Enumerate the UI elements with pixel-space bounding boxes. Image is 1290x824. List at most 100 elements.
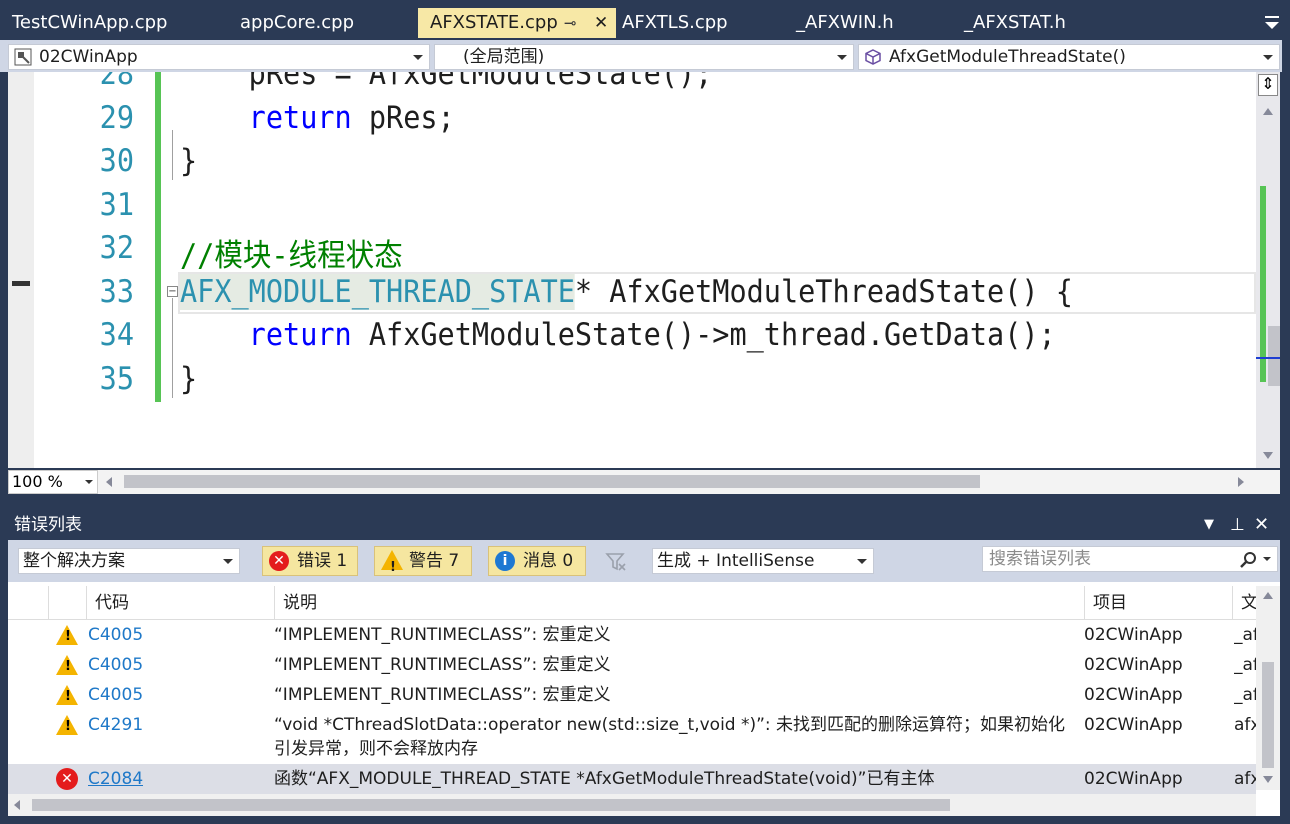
line-number: 33 <box>99 274 134 310</box>
scope-dropdown[interactable]: (全局范围) <box>434 44 854 70</box>
scroll-down-arrow-icon[interactable] <box>1263 776 1273 783</box>
member-dropdown-value: AfxGetModuleThreadState() <box>889 47 1126 67</box>
line-number: 34 <box>99 317 134 353</box>
scroll-up-arrow-icon[interactable] <box>1263 108 1273 115</box>
pane-close-icon[interactable]: ✕ <box>1254 510 1269 540</box>
scroll-right-arrow-icon[interactable] <box>1238 477 1244 487</box>
outline-guide <box>172 298 173 398</box>
tab-afxstate-cpp[interactable]: AFXSTATE.cpp ⊸ ✕ <box>418 8 616 38</box>
tab-label: AFXSTATE.cpp <box>430 12 558 33</box>
tab-label: AFXTLS.cpp <box>622 12 728 33</box>
table-row-selected[interactable]: ✕ C2084 函数“AFX_MODULE_THREAD_STATE *AfxG… <box>8 764 1256 794</box>
error-description: “IMPLEMENT_RUNTIMECLASS”: 宏重定义 <box>274 685 611 705</box>
tab-afxtls-cpp[interactable]: AFXTLS.cpp <box>610 8 786 38</box>
keyword: return <box>248 100 352 136</box>
code-line: pRes = AfxGetModuleState(); <box>180 72 713 92</box>
line-number: 30 <box>99 143 134 179</box>
member-dropdown[interactable]: AfxGetModuleThreadState() <box>858 44 1280 70</box>
pane-menu-dropdown-icon[interactable]: ▼ <box>1204 510 1214 540</box>
project-icon <box>14 48 32 66</box>
warnings-filter-label: 警告 7 <box>409 551 460 571</box>
zoom-value: 100 % <box>12 472 63 491</box>
column-label: 项目 <box>1093 593 1127 613</box>
severity-column-header[interactable] <box>48 586 90 620</box>
column-label: 说明 <box>283 593 317 613</box>
chevron-down-icon <box>1263 55 1273 60</box>
line-number: 31 <box>99 187 134 223</box>
editor-hscroll-thumb[interactable] <box>124 475 980 488</box>
description-column-header[interactable]: 说明 <box>274 586 1086 620</box>
code-editor[interactable]: 28 29 30 31 32 33 34 35 − pRes = AfxGetM… <box>8 72 1280 468</box>
table-row[interactable]: ! C4005 “IMPLEMENT_RUNTIMECLASS”: 宏重定义 0… <box>8 680 1256 710</box>
navigation-bar: 02CWinApp (全局范围) AfxGetModuleThreadState… <box>0 40 1282 72</box>
error-list-search-input[interactable]: 搜索错误列表 <box>982 546 1278 572</box>
line-number: 28 <box>99 72 134 92</box>
error-code-link[interactable]: C2084 <box>88 764 143 794</box>
method-cube-icon <box>865 49 881 65</box>
errors-filter-button[interactable]: ✕ 错误 1 <box>262 546 358 576</box>
editor-vertical-scrollbar[interactable]: ⇕ <box>1256 72 1280 468</box>
scope-filter-dropdown[interactable]: 整个解决方案 <box>18 548 240 574</box>
error-code: C4005 <box>88 685 144 705</box>
tab-afxwin-h[interactable]: _AFXWIN.h <box>784 8 956 38</box>
warning-icon: ! <box>56 685 78 705</box>
error-description-continued: 引发异常，则不会释放内存 <box>274 739 478 759</box>
build-source-dropdown[interactable]: 生成 + IntelliSense <box>652 548 874 574</box>
code-text: AfxGetModuleState()->m_thread.GetData(); <box>351 317 1056 353</box>
scroll-left-arrow-icon[interactable] <box>14 800 20 810</box>
code-text: pRes; <box>351 100 455 136</box>
scroll-up-arrow-icon[interactable] <box>1263 592 1273 599</box>
zoom-dropdown[interactable]: 100 % <box>8 470 98 494</box>
tab-appcore-cpp[interactable]: appCore.cpp <box>228 8 416 38</box>
chevron-down-icon <box>857 559 867 564</box>
tab-label: _AFXSTAT.h <box>964 12 1066 33</box>
editor-bottom-bar: 100 % <box>8 470 1280 494</box>
scroll-down-arrow-icon[interactable] <box>1263 452 1273 459</box>
close-tab-icon[interactable]: ✕ <box>594 8 608 38</box>
code-column-header[interactable]: 代码 <box>86 586 276 620</box>
project-dropdown[interactable]: 02CWinApp <box>8 44 430 70</box>
code-line: } <box>180 361 198 397</box>
pin-icon[interactable]: ⊸ <box>564 8 577 38</box>
line-number: 35 <box>99 361 134 397</box>
collapse-toggle-icon[interactable]: − <box>167 286 178 297</box>
error-file: _af <box>1234 625 1256 645</box>
tab-overflow-dropdown-icon[interactable] <box>1262 13 1282 33</box>
tab-afxstat-h[interactable]: _AFXSTAT.h <box>952 8 1132 38</box>
errors-filter-label: 错误 1 <box>297 551 348 571</box>
editor-scroll-thumb[interactable] <box>1268 326 1280 386</box>
indicator-margin <box>8 72 34 468</box>
search-placeholder: 搜索错误列表 <box>989 549 1091 569</box>
scope-dropdown-value: (全局范围) <box>463 47 545 67</box>
table-row[interactable]: ! C4291 “void *CThreadSlotData::operator… <box>8 710 1256 762</box>
error-project: 02CWinApp <box>1084 625 1183 645</box>
split-window-icon[interactable]: ⇕ <box>1258 74 1278 96</box>
error-icon: ✕ <box>269 551 289 571</box>
table-row[interactable]: ! C4005 “IMPLEMENT_RUNTIMECLASS”: 宏重定义 0… <box>8 650 1256 680</box>
error-list-horizontal-scrollbar[interactable] <box>8 794 1256 816</box>
table-row[interactable]: ! C4005 “IMPLEMENT_RUNTIMECLASS”: 宏重定义 0… <box>8 620 1256 650</box>
error-list-scroll-thumb[interactable] <box>1262 662 1274 768</box>
code-line: return pRes; <box>180 100 455 136</box>
project-column-header[interactable]: 项目 <box>1084 586 1232 620</box>
tab-label: _AFXWIN.h <box>796 12 894 33</box>
scroll-left-arrow-icon[interactable] <box>106 477 112 487</box>
build-source-value: 生成 + IntelliSense <box>657 551 815 571</box>
file-column-header[interactable]: 文 <box>1232 586 1256 620</box>
error-code: C4005 <box>88 625 144 645</box>
error-list-vertical-scrollbar[interactable] <box>1256 586 1280 790</box>
line-number: 32 <box>99 230 134 266</box>
column-label: 文 <box>1241 593 1256 613</box>
messages-filter-button[interactable]: i 消息 0 <box>488 546 586 576</box>
clear-filter-icon[interactable] <box>604 550 628 574</box>
error-list-hscroll-thumb[interactable] <box>32 799 950 811</box>
error-code: C4291 <box>88 715 144 735</box>
pane-pin-icon[interactable]: ⊥ <box>1230 510 1245 540</box>
error-file: _af <box>1234 655 1256 675</box>
error-description: “IMPLEMENT_RUNTIMECLASS”: 宏重定义 <box>274 655 611 675</box>
caret-position-marker <box>1256 357 1280 359</box>
warnings-filter-button[interactable]: ! 警告 7 <box>374 546 472 576</box>
tab-testcwinapp-cpp[interactable]: TestCWinApp.cpp <box>0 8 228 38</box>
search-icon[interactable] <box>1239 551 1257 569</box>
error-list-titlebar: 错误列表 ▼ ⊥ ✕ <box>8 510 1280 540</box>
